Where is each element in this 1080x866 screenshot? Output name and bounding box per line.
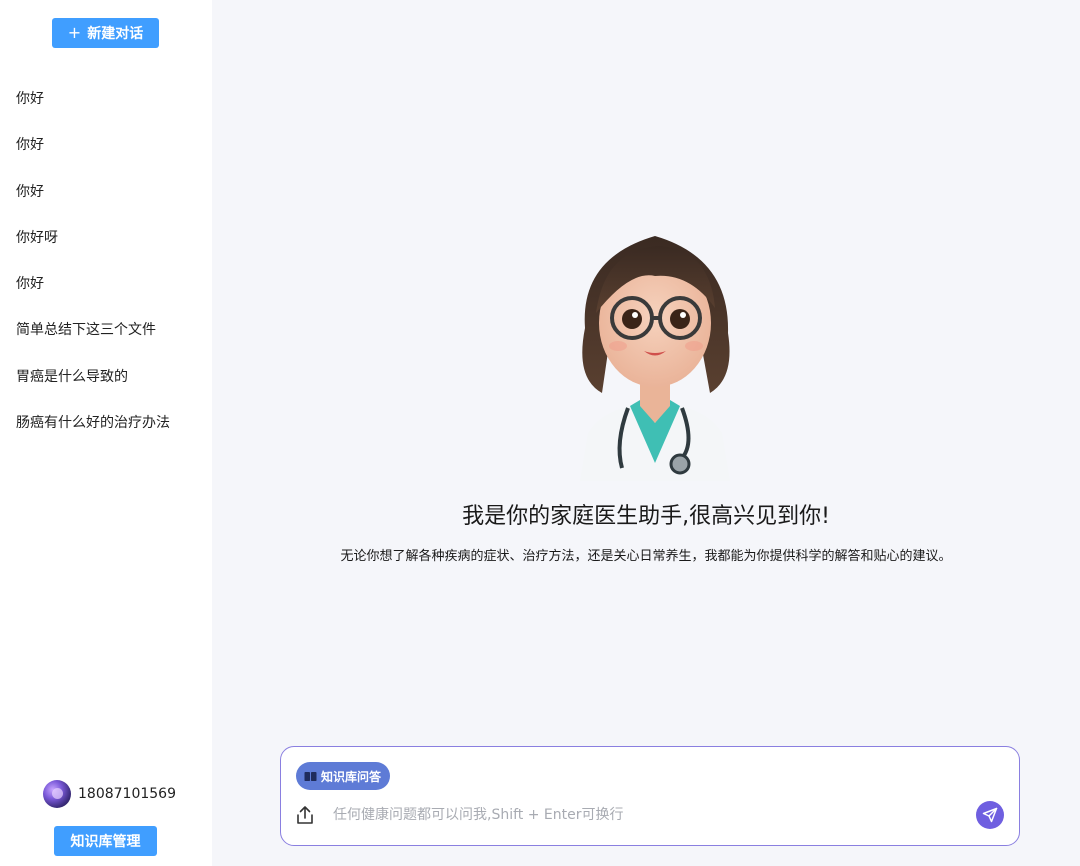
history-item[interactable]: 你好 — [0, 169, 212, 215]
history-item[interactable]: 胃癌是什么导致的 — [0, 354, 212, 400]
history-item[interactable]: 肠癌有什么好的治疗办法 — [0, 400, 212, 446]
history-item[interactable]: 你好 — [0, 261, 212, 307]
knowledge-base-manage-button[interactable]: 知识库管理 — [54, 826, 157, 856]
plus-icon: + — [67, 23, 82, 42]
sidebar: + 新建对话 你好 你好 你好 你好呀 你好 简单总结下这三个文件 胃癌是什么导… — [0, 0, 212, 866]
history-item[interactable]: 你好 — [0, 76, 212, 122]
app-window: + 新建对话 你好 你好 你好 你好呀 你好 简单总结下这三个文件 胃癌是什么导… — [0, 0, 1080, 866]
new-chat-label: 新建对话 — [87, 26, 144, 42]
user-name: 18087101569 — [78, 786, 176, 802]
welcome-subtitle: 无论你想了解各种疾病的症状、治疗方法，还是关心日常养生，我都能为你提供科学的解答… — [340, 549, 952, 564]
upload-icon[interactable] — [295, 805, 315, 825]
send-button[interactable] — [976, 801, 1004, 829]
user-avatar — [43, 780, 71, 808]
book-icon — [304, 771, 317, 781]
chat-history-list: 你好 你好 你好 你好呀 你好 简单总结下这三个文件 胃癌是什么导致的 肠癌有什… — [0, 76, 212, 446]
history-item[interactable]: 你好 — [0, 122, 212, 168]
knowledge-base-qa-label: 知识库问答 — [321, 769, 382, 784]
chat-message-input[interactable] — [333, 803, 953, 827]
main-panel: 我是你的家庭医生助手,很高兴见到你! 无论你想了解各种疾病的症状、治疗方法，还是… — [212, 0, 1080, 866]
history-item[interactable]: 你好呀 — [0, 215, 212, 261]
chat-input-box: 知识库问答 — [280, 746, 1020, 846]
welcome-title: 我是你的家庭医生助手,很高兴见到你! — [462, 504, 830, 529]
user-profile[interactable]: 18087101569 — [43, 780, 176, 808]
knowledge-base-qa-tag[interactable]: 知识库问答 — [296, 762, 391, 790]
paper-plane-icon — [982, 807, 998, 823]
history-item[interactable]: 简单总结下这三个文件 — [0, 307, 212, 353]
new-chat-button[interactable]: + 新建对话 — [52, 18, 159, 48]
doctor-avatar-illustration — [580, 236, 730, 481]
